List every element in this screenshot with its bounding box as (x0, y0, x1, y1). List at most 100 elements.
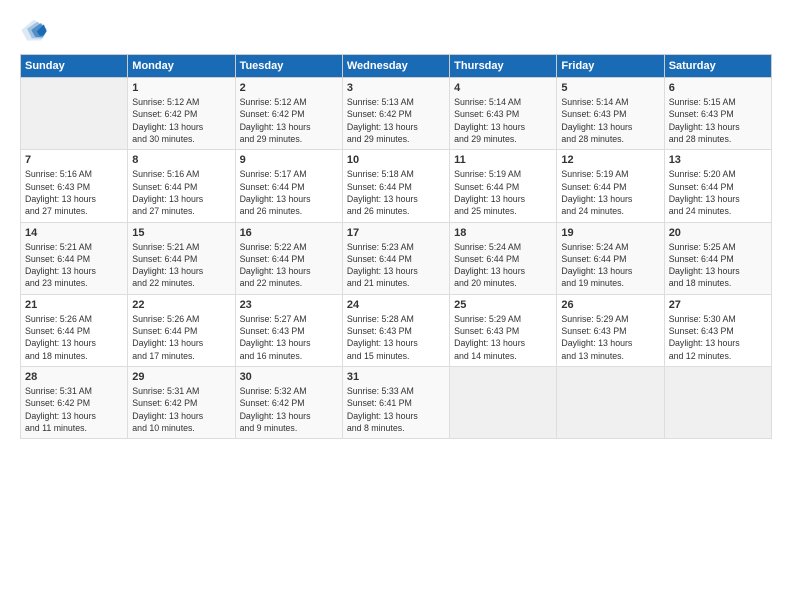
day-info: Sunrise: 5:12 AM Sunset: 6:42 PM Dayligh… (240, 97, 311, 144)
day-info: Sunrise: 5:32 AM Sunset: 6:42 PM Dayligh… (240, 386, 311, 433)
calendar-cell: 12 Sunrise: 5:19 AM Sunset: 6:44 PM Dayl… (557, 150, 664, 222)
day-info: Sunrise: 5:31 AM Sunset: 6:42 PM Dayligh… (132, 386, 203, 433)
calendar-week-3: 14 Sunrise: 5:21 AM Sunset: 6:44 PM Dayl… (21, 222, 772, 294)
calendar-cell: 30 Sunrise: 5:32 AM Sunset: 6:42 PM Dayl… (235, 367, 342, 439)
day-number: 29 (132, 371, 230, 383)
day-number: 31 (347, 371, 445, 383)
day-info: Sunrise: 5:26 AM Sunset: 6:44 PM Dayligh… (132, 314, 203, 361)
calendar-cell: 24 Sunrise: 5:28 AM Sunset: 6:43 PM Dayl… (342, 294, 449, 366)
logo (20, 16, 52, 44)
col-monday: Monday (128, 55, 235, 78)
day-number: 22 (132, 299, 230, 311)
day-number: 17 (347, 227, 445, 239)
calendar-cell: 27 Sunrise: 5:30 AM Sunset: 6:43 PM Dayl… (664, 294, 771, 366)
col-sunday: Sunday (21, 55, 128, 78)
day-number: 30 (240, 371, 338, 383)
calendar-week-4: 21 Sunrise: 5:26 AM Sunset: 6:44 PM Dayl… (21, 294, 772, 366)
day-info: Sunrise: 5:19 AM Sunset: 6:44 PM Dayligh… (454, 169, 525, 216)
day-info: Sunrise: 5:30 AM Sunset: 6:43 PM Dayligh… (669, 314, 740, 361)
calendar-week-1: 1 Sunrise: 5:12 AM Sunset: 6:42 PM Dayli… (21, 78, 772, 150)
calendar-cell (450, 367, 557, 439)
day-info: Sunrise: 5:21 AM Sunset: 6:44 PM Dayligh… (132, 242, 203, 289)
day-info: Sunrise: 5:23 AM Sunset: 6:44 PM Dayligh… (347, 242, 418, 289)
col-tuesday: Tuesday (235, 55, 342, 78)
calendar-cell: 5 Sunrise: 5:14 AM Sunset: 6:43 PM Dayli… (557, 78, 664, 150)
day-info: Sunrise: 5:24 AM Sunset: 6:44 PM Dayligh… (561, 242, 632, 289)
calendar-cell: 23 Sunrise: 5:27 AM Sunset: 6:43 PM Dayl… (235, 294, 342, 366)
calendar-cell: 13 Sunrise: 5:20 AM Sunset: 6:44 PM Dayl… (664, 150, 771, 222)
calendar-week-2: 7 Sunrise: 5:16 AM Sunset: 6:43 PM Dayli… (21, 150, 772, 222)
calendar-cell: 9 Sunrise: 5:17 AM Sunset: 6:44 PM Dayli… (235, 150, 342, 222)
day-info: Sunrise: 5:28 AM Sunset: 6:43 PM Dayligh… (347, 314, 418, 361)
calendar-cell (21, 78, 128, 150)
col-wednesday: Wednesday (342, 55, 449, 78)
calendar-cell: 29 Sunrise: 5:31 AM Sunset: 6:42 PM Dayl… (128, 367, 235, 439)
header-row: Sunday Monday Tuesday Wednesday Thursday… (21, 55, 772, 78)
day-number: 27 (669, 299, 767, 311)
day-number: 18 (454, 227, 552, 239)
calendar-cell: 16 Sunrise: 5:22 AM Sunset: 6:44 PM Dayl… (235, 222, 342, 294)
day-info: Sunrise: 5:26 AM Sunset: 6:44 PM Dayligh… (25, 314, 96, 361)
day-number: 10 (347, 154, 445, 166)
day-info: Sunrise: 5:29 AM Sunset: 6:43 PM Dayligh… (454, 314, 525, 361)
calendar-cell: 26 Sunrise: 5:29 AM Sunset: 6:43 PM Dayl… (557, 294, 664, 366)
day-info: Sunrise: 5:27 AM Sunset: 6:43 PM Dayligh… (240, 314, 311, 361)
day-number: 2 (240, 82, 338, 94)
day-info: Sunrise: 5:14 AM Sunset: 6:43 PM Dayligh… (561, 97, 632, 144)
calendar-table: Sunday Monday Tuesday Wednesday Thursday… (20, 54, 772, 439)
day-number: 24 (347, 299, 445, 311)
calendar-cell: 15 Sunrise: 5:21 AM Sunset: 6:44 PM Dayl… (128, 222, 235, 294)
header (20, 16, 772, 44)
calendar-cell: 3 Sunrise: 5:13 AM Sunset: 6:42 PM Dayli… (342, 78, 449, 150)
day-info: Sunrise: 5:19 AM Sunset: 6:44 PM Dayligh… (561, 169, 632, 216)
calendar-week-5: 28 Sunrise: 5:31 AM Sunset: 6:42 PM Dayl… (21, 367, 772, 439)
day-number: 25 (454, 299, 552, 311)
calendar-cell: 6 Sunrise: 5:15 AM Sunset: 6:43 PM Dayli… (664, 78, 771, 150)
day-number: 5 (561, 82, 659, 94)
day-info: Sunrise: 5:16 AM Sunset: 6:43 PM Dayligh… (25, 169, 96, 216)
day-number: 20 (669, 227, 767, 239)
col-friday: Friday (557, 55, 664, 78)
day-info: Sunrise: 5:13 AM Sunset: 6:42 PM Dayligh… (347, 97, 418, 144)
day-number: 7 (25, 154, 123, 166)
day-number: 21 (25, 299, 123, 311)
page: Sunday Monday Tuesday Wednesday Thursday… (0, 0, 792, 612)
day-number: 23 (240, 299, 338, 311)
day-info: Sunrise: 5:17 AM Sunset: 6:44 PM Dayligh… (240, 169, 311, 216)
calendar-cell: 17 Sunrise: 5:23 AM Sunset: 6:44 PM Dayl… (342, 222, 449, 294)
day-number: 14 (25, 227, 123, 239)
calendar-cell: 7 Sunrise: 5:16 AM Sunset: 6:43 PM Dayli… (21, 150, 128, 222)
day-number: 3 (347, 82, 445, 94)
day-number: 4 (454, 82, 552, 94)
calendar-cell: 19 Sunrise: 5:24 AM Sunset: 6:44 PM Dayl… (557, 222, 664, 294)
day-info: Sunrise: 5:33 AM Sunset: 6:41 PM Dayligh… (347, 386, 418, 433)
calendar-cell: 10 Sunrise: 5:18 AM Sunset: 6:44 PM Dayl… (342, 150, 449, 222)
day-info: Sunrise: 5:25 AM Sunset: 6:44 PM Dayligh… (669, 242, 740, 289)
calendar-cell: 11 Sunrise: 5:19 AM Sunset: 6:44 PM Dayl… (450, 150, 557, 222)
calendar-cell: 22 Sunrise: 5:26 AM Sunset: 6:44 PM Dayl… (128, 294, 235, 366)
calendar-cell: 31 Sunrise: 5:33 AM Sunset: 6:41 PM Dayl… (342, 367, 449, 439)
day-number: 13 (669, 154, 767, 166)
day-number: 9 (240, 154, 338, 166)
generalblue-logo-icon (20, 16, 48, 44)
calendar-cell: 2 Sunrise: 5:12 AM Sunset: 6:42 PM Dayli… (235, 78, 342, 150)
day-number: 26 (561, 299, 659, 311)
day-info: Sunrise: 5:15 AM Sunset: 6:43 PM Dayligh… (669, 97, 740, 144)
day-info: Sunrise: 5:24 AM Sunset: 6:44 PM Dayligh… (454, 242, 525, 289)
day-info: Sunrise: 5:20 AM Sunset: 6:44 PM Dayligh… (669, 169, 740, 216)
day-number: 1 (132, 82, 230, 94)
calendar-cell (664, 367, 771, 439)
calendar-cell: 1 Sunrise: 5:12 AM Sunset: 6:42 PM Dayli… (128, 78, 235, 150)
day-number: 15 (132, 227, 230, 239)
calendar-cell: 18 Sunrise: 5:24 AM Sunset: 6:44 PM Dayl… (450, 222, 557, 294)
day-number: 12 (561, 154, 659, 166)
day-info: Sunrise: 5:16 AM Sunset: 6:44 PM Dayligh… (132, 169, 203, 216)
col-thursday: Thursday (450, 55, 557, 78)
calendar-cell: 8 Sunrise: 5:16 AM Sunset: 6:44 PM Dayli… (128, 150, 235, 222)
day-info: Sunrise: 5:12 AM Sunset: 6:42 PM Dayligh… (132, 97, 203, 144)
day-info: Sunrise: 5:29 AM Sunset: 6:43 PM Dayligh… (561, 314, 632, 361)
day-number: 6 (669, 82, 767, 94)
calendar-cell: 14 Sunrise: 5:21 AM Sunset: 6:44 PM Dayl… (21, 222, 128, 294)
day-number: 8 (132, 154, 230, 166)
calendar-cell: 25 Sunrise: 5:29 AM Sunset: 6:43 PM Dayl… (450, 294, 557, 366)
